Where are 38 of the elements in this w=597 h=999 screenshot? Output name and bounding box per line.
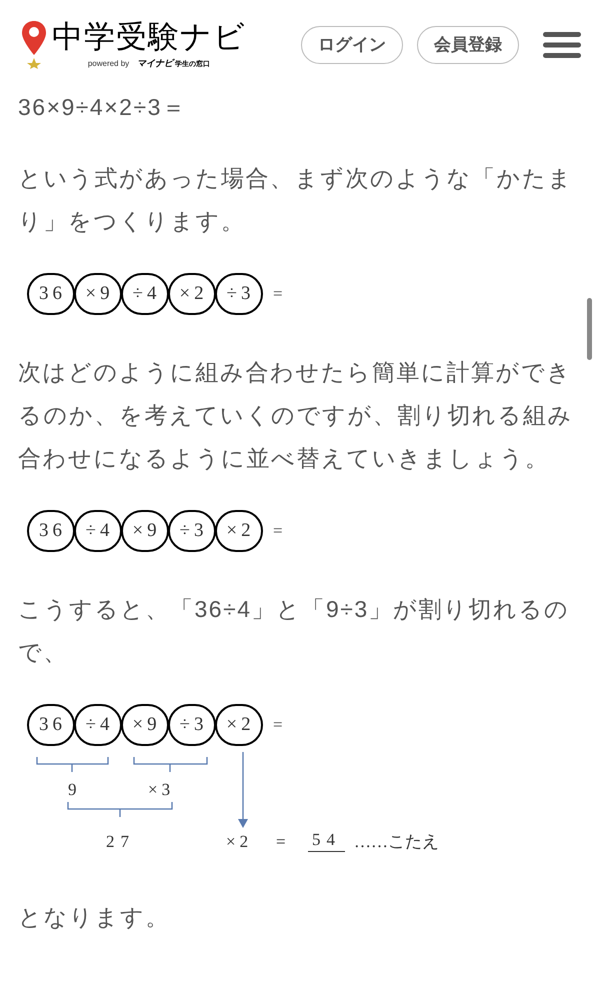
circled-term: ×9: [74, 273, 122, 315]
circled-term: ÷4: [74, 510, 122, 552]
subtotal: ×3: [148, 779, 174, 801]
subtotal: 9: [68, 779, 76, 801]
scrollbar[interactable]: [587, 298, 592, 360]
paragraph: 次はどのように組み合わせたら簡単に計算ができるのか、を考えていくのですが、割り切れる組み合わせになるように並べ替えていきましょう。: [18, 358, 574, 473]
paragraph: こうすると、「36÷4」と「9÷3」が割り切れるので、: [18, 595, 571, 667]
menu-icon[interactable]: [543, 32, 581, 58]
header-button[interactable]: ログイン: [301, 26, 403, 64]
header-button[interactable]: 会員登録: [417, 26, 519, 64]
map-pin-icon: [20, 19, 48, 69]
circled-term: ÷4: [121, 273, 169, 315]
paragraph: という式があった場合、まず次のような「かたまり」をつくります。: [18, 164, 574, 236]
circled-term: ×2: [215, 510, 263, 552]
subtotal: 27: [106, 831, 135, 853]
equals-sign: =: [273, 520, 283, 542]
multiplier: ×2: [226, 831, 252, 853]
circled-term: ×9: [121, 510, 169, 552]
circled-term: 36: [27, 510, 75, 552]
partner-logo: マイナビ: [137, 57, 174, 70]
logo-tagline: powered by: [88, 58, 130, 70]
circled-term: ÷3: [168, 704, 216, 746]
paragraph: 36×9÷4×2÷3＝: [18, 93, 188, 122]
circled-term: 36: [27, 704, 75, 746]
circled-term: ÷3: [168, 510, 216, 552]
equals-sign: =: [273, 283, 283, 306]
paragraph: となります。: [18, 903, 171, 932]
circled-term: ÷4: [74, 704, 122, 746]
circled-term: ×2: [215, 704, 263, 746]
answer-label: ……こたえ: [354, 831, 439, 853]
equals-sign: =: [276, 831, 286, 853]
circled-term: 36: [27, 273, 75, 315]
circled-term: ×2: [168, 273, 216, 315]
circled-term: ×9: [121, 704, 169, 746]
circled-term: ÷3: [215, 273, 263, 315]
answer: 54: [308, 829, 345, 852]
logo-title: 中学受験ナビ: [52, 19, 246, 56]
equals-sign: =: [273, 714, 283, 736]
